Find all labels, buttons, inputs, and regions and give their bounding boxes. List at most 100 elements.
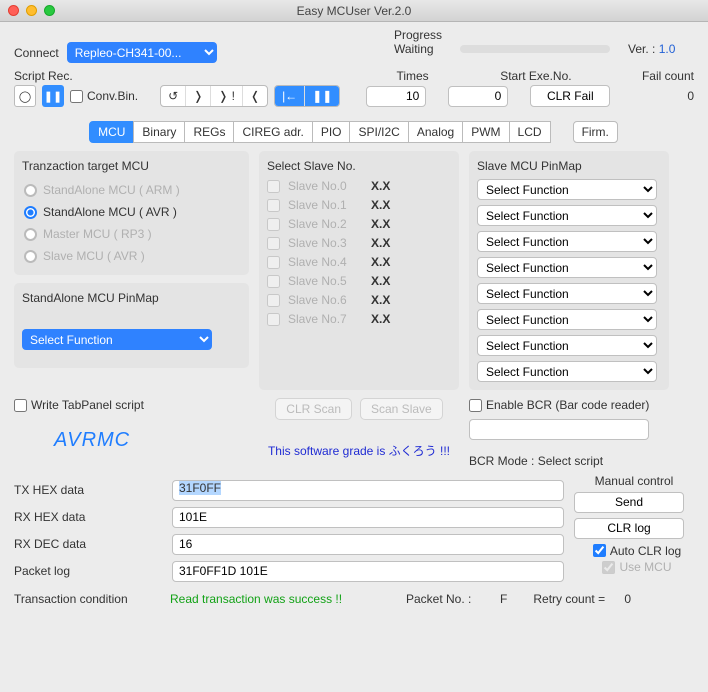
step-stop-icon[interactable]: ❭ ! (211, 86, 243, 106)
slave-check-4[interactable] (267, 256, 280, 269)
slave-check-2[interactable] (267, 218, 280, 231)
start-exe-label: Start Exe.No. (500, 69, 590, 83)
titlebar: Easy MCUser Ver.2.0 (0, 0, 708, 22)
step-back-icon[interactable]: ❬ (243, 86, 267, 106)
progress-bar (460, 45, 610, 53)
window-title: Easy MCUser Ver.2.0 (0, 4, 708, 18)
manual-title: Manual control (574, 474, 694, 488)
slave-pin-select-4[interactable]: Select Function (477, 283, 657, 304)
bcr-mode-label: BCR Mode : Select script (469, 454, 669, 468)
step-fwd-icon[interactable]: ❭ (186, 86, 211, 106)
times-input[interactable] (366, 86, 426, 107)
packet-log-label: Packet log (14, 564, 164, 578)
progress-label: Progress (394, 28, 442, 42)
rx-dec-input[interactable] (172, 534, 564, 555)
packet-no-label: Packet No. : (406, 592, 471, 606)
record-button[interactable]: ◯ (14, 85, 36, 107)
slave-row-5[interactable]: Slave No.5X.X (267, 274, 451, 288)
tab-binary[interactable]: Binary (133, 121, 185, 143)
slave-row-0[interactable]: Slave No.0X.X (267, 179, 451, 193)
tab-cireg[interactable]: CIREG adr. (233, 121, 312, 143)
rx-hex-input[interactable] (172, 507, 564, 528)
radio-arm[interactable]: StandAlone MCU ( ARM ) (24, 183, 239, 197)
write-tab-checkbox[interactable]: Write TabPanel script (14, 398, 144, 412)
group-slave-title: Select Slave No. (267, 159, 451, 173)
slave-row-1[interactable]: Slave No.1X.X (267, 198, 451, 212)
slave-pin-select-3[interactable]: Select Function (477, 257, 657, 278)
group-slave: Select Slave No. Slave No.0X.X Slave No.1… (259, 151, 459, 390)
radio-avr[interactable]: StandAlone MCU ( AVR ) (24, 205, 239, 219)
group-slave-pin: Slave MCU PinMap Select Function Select F… (469, 151, 669, 390)
group-target: Tranzaction target MCU StandAlone MCU ( … (14, 151, 249, 275)
version-label: Ver. : 1.0 (628, 42, 675, 56)
slave-pin-select-7[interactable]: Select Function (477, 361, 657, 382)
connect-select[interactable]: Repleo-CH341-00... (67, 42, 217, 63)
group-target-title: Tranzaction target MCU (22, 159, 241, 173)
slave-row-3[interactable]: Slave No.3X.X (267, 236, 451, 250)
tab-pwm[interactable]: PWM (462, 121, 509, 143)
slave-pin-select-2[interactable]: Select Function (477, 231, 657, 252)
connect-label: Connect (14, 46, 59, 60)
slave-check-5[interactable] (267, 275, 280, 288)
tab-analog[interactable]: Analog (408, 121, 463, 143)
software-grade: This software grade is ふくろう !!! (259, 442, 459, 459)
step-controls[interactable]: ↺ ❭ ❭ ! ❬ (160, 85, 268, 107)
bcr-input[interactable] (469, 419, 649, 440)
tab-mcu[interactable]: MCU (89, 121, 134, 143)
fail-count-label: Fail count (614, 69, 694, 83)
radio-slave-avr[interactable]: Slave MCU ( AVR ) (24, 249, 239, 263)
slave-pin-select-0[interactable]: Select Function (477, 179, 657, 200)
slave-pin-select-5[interactable]: Select Function (477, 309, 657, 330)
tabbar: MCU Binary REGs CIREG adr. PIO SPI/I2C A… (14, 121, 694, 143)
retry-value: 0 (611, 592, 631, 606)
avrmc-label: AVRMC (54, 429, 249, 452)
rx-hex-label: RX HEX data (14, 510, 164, 524)
conv-bin-checkbox[interactable]: Conv.Bin. (70, 89, 138, 103)
enable-bcr-checkbox[interactable]: Enable BCR (Bar code reader) (469, 398, 649, 412)
slave-check-7[interactable] (267, 313, 280, 326)
slave-check-3[interactable] (267, 237, 280, 250)
pause2-icon[interactable]: ❚❚ (305, 86, 339, 106)
pause-button[interactable]: ❚❚ (42, 85, 64, 107)
tab-firm[interactable]: Firm. (573, 121, 618, 143)
slave-check-0[interactable] (267, 180, 280, 193)
pinmap-select[interactable]: Select Function (22, 329, 212, 350)
slave-row-2[interactable]: Slave No.2X.X (267, 217, 451, 231)
tab-spi[interactable]: SPI/I2C (349, 121, 408, 143)
rx-dec-label: RX DEC data (14, 537, 164, 551)
times-label: Times (396, 69, 476, 83)
group-pinmap: StandAlone MCU PinMap Select Function (14, 283, 249, 368)
packet-log-input[interactable] (172, 561, 564, 582)
clr-scan-button[interactable]: CLR Scan (275, 398, 352, 420)
clr-log-button[interactable]: CLR log (574, 518, 684, 539)
loop-icon[interactable]: ↺ (161, 86, 186, 106)
trans-cond-label: Transaction condition (14, 592, 164, 606)
tx-hex-input[interactable]: 31F0FF (172, 480, 564, 501)
group-pinmap-title: StandAlone MCU PinMap (22, 291, 241, 305)
slave-check-6[interactable] (267, 294, 280, 307)
auto-clr-checkbox[interactable]: Auto CLR log (593, 544, 681, 558)
use-mcu-checkbox[interactable]: Use MCU (602, 560, 671, 574)
rewind-icon[interactable]: |← (275, 86, 305, 106)
slave-row-6[interactable]: Slave No.6X.X (267, 293, 451, 307)
clr-fail-button[interactable]: CLR Fail (530, 85, 610, 107)
start-exe-input[interactable] (448, 86, 508, 107)
tab-pio[interactable]: PIO (312, 121, 351, 143)
tab-lcd[interactable]: LCD (509, 121, 551, 143)
trans-cond-value: Read transaction was success !! (170, 592, 400, 606)
progress-status: Waiting (394, 42, 442, 56)
fail-count-value: 0 (664, 89, 694, 103)
group-slave-pin-title: Slave MCU PinMap (477, 159, 661, 173)
send-button[interactable]: Send (574, 492, 684, 513)
slave-pin-select-1[interactable]: Select Function (477, 205, 657, 226)
tab-regs[interactable]: REGs (184, 121, 234, 143)
radio-rp3[interactable]: Master MCU ( RP3 ) (24, 227, 239, 241)
slave-pin-select-6[interactable]: Select Function (477, 335, 657, 356)
slave-row-7[interactable]: Slave No.7X.X (267, 312, 451, 326)
tx-hex-label: TX HEX data (14, 483, 164, 497)
rewind-controls[interactable]: |← ❚❚ (274, 85, 340, 107)
scan-slave-button[interactable]: Scan Slave (360, 398, 443, 420)
slave-row-4[interactable]: Slave No.4X.X (267, 255, 451, 269)
slave-check-1[interactable] (267, 199, 280, 212)
script-rec-label: Script Rec. (14, 69, 73, 83)
